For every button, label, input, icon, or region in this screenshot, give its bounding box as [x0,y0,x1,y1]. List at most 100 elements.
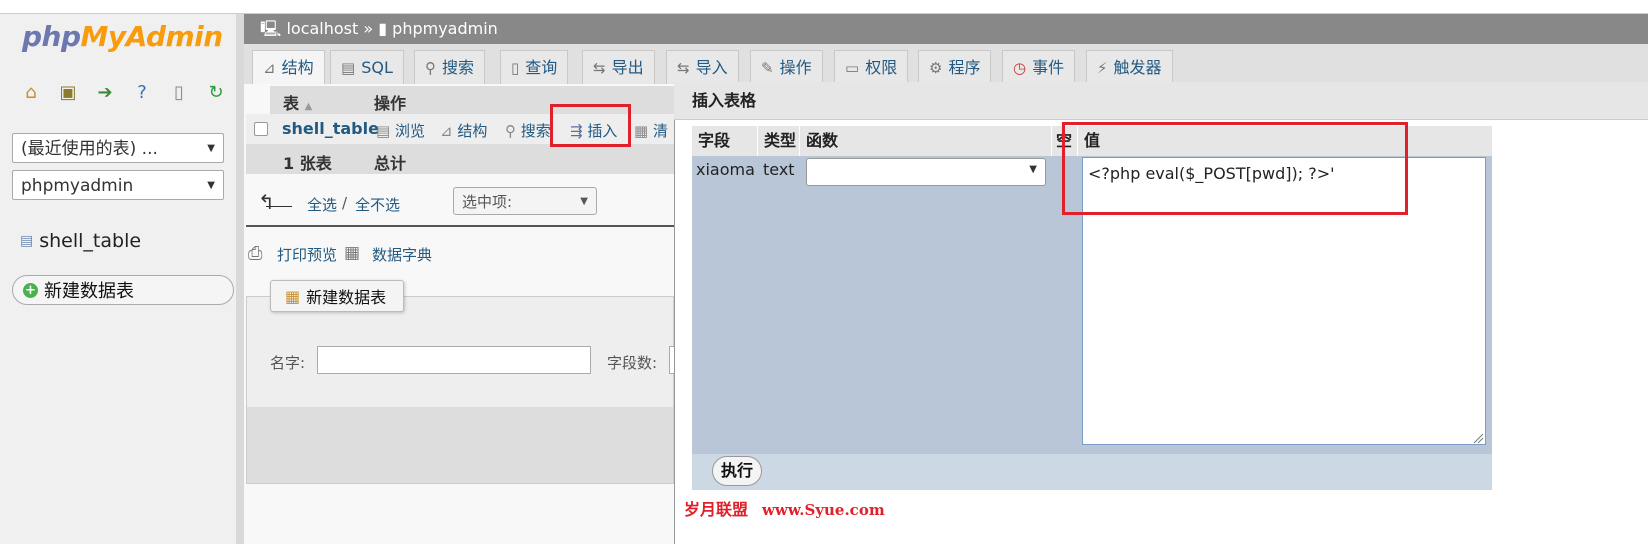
search-label: 搜索 [520,122,551,140]
execute-button[interactable]: 执行 [712,456,762,486]
export-icon: ⇆ [593,59,606,77]
tab-label: 程序 [948,58,981,77]
browse-label: 浏览 [394,122,425,140]
sidebar-item-label: shell_table [39,230,142,252]
documentation-icon[interactable]: ▯ [168,82,190,104]
tab-routines[interactable]: ⚙ 程序 [918,50,992,84]
column-header-table[interactable]: 表 ▲ [283,90,312,114]
help-icon[interactable]: ? [131,82,153,104]
tab-search[interactable]: ⚲ 搜索 [414,50,486,84]
search-action[interactable]: ⚲ 搜索 [505,120,551,141]
browse-action[interactable]: ▤ 浏览 [376,120,425,141]
row-checkbox[interactable] [254,122,268,136]
logout-icon[interactable]: ▣ [57,82,79,104]
tab-label: 结构 [281,58,314,77]
tab-events[interactable]: ◷ 事件 [1002,50,1076,84]
search-icon: ⚲ [425,59,436,77]
breadcrumb-database[interactable]: phpmyadmin [392,19,498,38]
privileges-icon: ▭ [845,59,860,77]
tab-label: 权限 [865,58,898,77]
field-count-label: 字段数: [607,354,658,372]
with-selected-select[interactable]: 选中项: ▼ [453,187,597,215]
data-dictionary-link[interactable]: 数据字典 [372,244,432,265]
header-function: 函数 [800,126,1052,156]
recent-tables-select[interactable]: (最近使用的表) ... ▼ [12,133,224,163]
watermark-url: www.Syue.com [762,501,885,519]
header-type: 类型 [758,126,800,156]
resize-handle-icon[interactable] [1472,432,1484,444]
header-field: 字段 [692,126,758,156]
chevron-down-icon: ▼ [207,180,215,191]
column-header-action: 操作 [374,94,407,113]
empty-action[interactable]: ▦ 清 [634,120,668,141]
sort-asc-icon: ▲ [304,101,313,112]
print-view-link[interactable]: 打印预览 [277,244,337,265]
import-icon: ⇆ [677,59,690,77]
structure-label: 结构 [457,122,488,140]
chevron-down-icon: ▼ [1029,164,1037,175]
sql-icon: ▤ [341,59,356,77]
wrench-icon: ✎ [761,59,774,77]
phpmyadmin-logo[interactable]: phpMyAdmin [22,20,223,53]
reload-icon[interactable]: ↻ [205,82,227,104]
watermark-text: 岁月联盟 [684,500,749,519]
recent-tables-value: (最近使用的表) ... [21,139,158,159]
field-type: text [763,160,795,179]
chevron-down-icon: ▼ [207,143,215,154]
with-selected-value: 选中项: [462,193,513,211]
browse-icon: ▤ [376,122,391,140]
tab-label: 查询 [525,58,558,77]
tab-label: 搜索 [442,58,475,77]
tab-sql[interactable]: ▤ SQL [330,50,404,84]
home-icon[interactable]: ⌂ [20,82,42,104]
clock-icon: ◷ [1013,59,1027,77]
search-icon: ⚲ [505,122,516,140]
dialog-footer [692,454,1492,490]
tab-operations[interactable]: ✎ 操作 [750,50,823,84]
tab-import[interactable]: ⇆ 导入 [666,50,739,84]
logo-text-myadmin: MyAdmin [80,20,224,53]
tab-bar: ⊿ 结构 ▤ SQL ⚲ 搜索 ▯ 查询 ⇆ 导出 ⇆ 导入 ✎ 操作 ▭ 权限 ⚙ 程序 ◷ 事件… [244,44,1648,84]
table-name-label: 名字: [270,354,306,372]
watermark: 岁月联盟 www.Syue.com [684,496,885,520]
tab-triggers[interactable]: ⚡ 触发器 [1086,50,1173,84]
arrow-stem [266,206,292,207]
sidebar-new-table-button[interactable]: + 新建数据表 [12,275,234,305]
summary-total-label: 总计 [374,154,407,173]
structure-action[interactable]: ⊿ 结构 [440,120,487,141]
check-all-link[interactable]: 全选 [307,194,337,215]
divider [246,225,674,227]
create-table-legend: ▦ 新建数据表 [270,280,404,312]
tab-label: 触发器 [1113,58,1162,77]
uncheck-all-link[interactable]: 全不选 [355,194,400,215]
create-table-legend-label: 新建数据表 [306,288,387,307]
tab-label: 导入 [695,58,728,77]
function-select[interactable]: ▼ [806,158,1046,186]
highlight-insert-box [550,104,631,147]
highlight-value-box [1062,122,1408,215]
tab-label: 事件 [1032,58,1065,77]
dialog-title: 插入表格 [674,82,1648,120]
query-window-icon[interactable]: ➔ [94,82,116,104]
table-name-link[interactable]: shell_table [282,119,379,138]
tab-privileges[interactable]: ▭ 权限 [834,50,909,84]
data-dictionary-icon: ▦ [344,243,361,263]
routines-icon: ⚙ [929,59,943,77]
logo-text-php: php [22,20,81,53]
query-icon: ▯ [511,59,520,77]
sidebar-item-shell-table[interactable]: ▤ shell_table [20,230,141,252]
database-select[interactable]: phpmyadmin ▼ [12,170,224,200]
tab-structure[interactable]: ⊿ 结构 [252,50,325,84]
tab-query[interactable]: ▯ 查询 [500,50,569,84]
tab-export[interactable]: ⇆ 导出 [582,50,655,84]
empty-label: 清 [652,122,668,140]
breadcrumb-server[interactable]: localhost [286,19,358,38]
database-select-value: phpmyadmin [21,176,134,196]
print-icon: ⎙ [248,243,263,264]
tab-label: SQL [361,58,393,77]
add-icon: + [23,282,38,298]
sidebar-resizer[interactable] [236,14,244,544]
tab-label: 导出 [611,58,644,77]
arrow-up-left-icon: ↰ [258,190,275,214]
table-name-input[interactable] [317,346,591,374]
